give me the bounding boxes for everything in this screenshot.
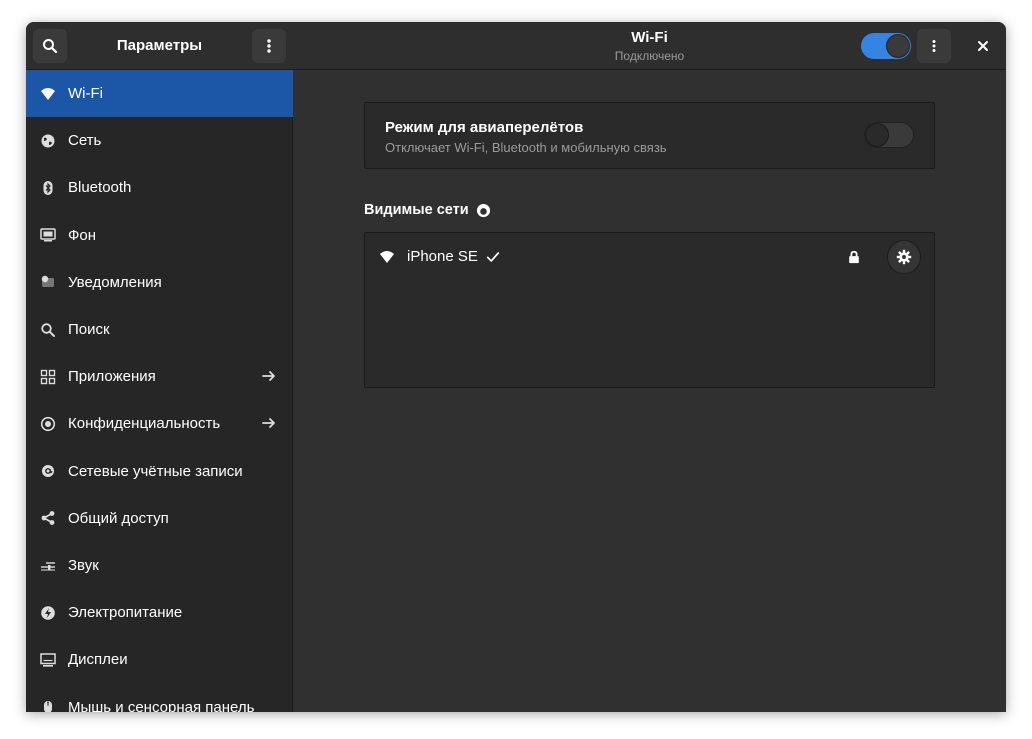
privacy-icon (40, 416, 56, 432)
sidebar-item-label: Поиск (68, 321, 110, 339)
notification-icon (40, 274, 56, 290)
sidebar-item-apps[interactable]: Приложения (26, 353, 293, 400)
sidebar-item-label: Электропитание (68, 604, 183, 622)
sidebar-item-privacy[interactable]: Конфиденциальность (26, 400, 293, 447)
sidebar-item-label: Приложения (68, 368, 156, 386)
at-icon (40, 463, 56, 479)
sidebar-item-background[interactable]: Фон (26, 212, 293, 259)
monitor-icon (40, 227, 56, 243)
wifi-icon (40, 86, 56, 102)
sidebar-item-label: Сетевые учётные записи (68, 462, 243, 480)
airplane-mode-subtitle: Отключает Wi-Fi, Bluetooth и мобильную с… (385, 140, 667, 155)
sidebar-item-mouse[interactable]: Мышь и сенсорная панель (26, 683, 293, 712)
visible-networks-label: Видимые сети (364, 202, 469, 218)
toggle-knob (865, 123, 889, 147)
search-icon (40, 322, 56, 338)
sidebar-item-notifications[interactable]: Уведомления (26, 259, 293, 306)
airplane-mode-toggle[interactable] (864, 122, 914, 148)
sidebar-item-label: Общий доступ (68, 509, 169, 527)
display-icon (40, 652, 56, 668)
apps-grid-icon (40, 369, 56, 385)
power-icon (40, 605, 56, 621)
globe-icon (40, 133, 56, 149)
sidebar-item-search[interactable]: Поиск (26, 306, 293, 353)
sidebar-item-sharing[interactable]: Общий доступ (26, 495, 293, 542)
main-menu-button[interactable] (917, 29, 951, 63)
network-name: iPhone SE (407, 248, 500, 265)
sidebar-item-label: Сеть (68, 132, 102, 150)
sidebar-item-displays[interactable]: Дисплеи (26, 636, 293, 683)
sidebar-item-label: Фон (68, 226, 97, 244)
sidebar-item-power[interactable]: Электропитание (26, 589, 293, 636)
gear-icon (896, 249, 912, 265)
toggle-knob (886, 34, 910, 58)
sound-icon (40, 557, 56, 573)
list-item[interactable]: iPhone SE (365, 233, 934, 281)
sidebar-item-online-accounts[interactable]: Сетевые учётные записи (26, 448, 293, 495)
airplane-mode-row: Режим для авиаперелётов Отключает Wi-Fi,… (364, 102, 935, 169)
arrow-right-icon (262, 371, 275, 382)
close-button[interactable] (966, 29, 1000, 63)
sidebar-item-label: Bluetooth (68, 179, 132, 197)
sidebar-item-label: Звук (68, 556, 99, 574)
wifi-signal-icon (380, 251, 394, 263)
networks-list: iPhone SE (364, 232, 935, 388)
main-header: Wi-Fi Подключено (293, 22, 1006, 70)
lock-icon (849, 250, 859, 264)
checkmark-icon (486, 251, 500, 262)
arrow-right-icon (262, 418, 275, 429)
bluetooth-icon (40, 180, 56, 196)
close-icon (978, 41, 988, 51)
kebab-menu-icon (267, 39, 271, 53)
spinner-icon (476, 203, 490, 217)
sidebar-item-wifi[interactable]: Wi-Fi (26, 70, 293, 118)
kebab-menu-icon (932, 40, 936, 52)
sidebar-nav: Wi-Fi Сеть Bluetooth Фон Уведомления Пои… (26, 70, 293, 712)
wifi-toggle[interactable] (861, 33, 911, 59)
airplane-mode-title: Режим для авиаперелётов (385, 119, 584, 136)
network-name-label: iPhone SE (407, 248, 478, 265)
sidebar-item-label: Конфиденциальность (68, 415, 221, 433)
network-settings-button[interactable] (887, 240, 921, 274)
sidebar-item-label: Уведомления (68, 273, 162, 291)
mouse-icon (40, 699, 56, 712)
sidebar: Параметры Wi-Fi Сеть Bluetooth Фон Уведо… (26, 22, 293, 712)
sidebar-menu-button[interactable] (252, 29, 286, 63)
share-icon (40, 510, 56, 526)
visible-networks-heading: Видимые сети (364, 202, 491, 218)
settings-window: Параметры Wi-Fi Сеть Bluetooth Фон Уведо… (26, 22, 1006, 712)
sidebar-item-label: Мышь и сенсорная панель (68, 698, 255, 712)
sidebar-item-bluetooth[interactable]: Bluetooth (26, 164, 293, 211)
sidebar-item-label: Wi-Fi (68, 85, 103, 103)
sidebar-item-sound[interactable]: Звук (26, 542, 293, 589)
sidebar-item-network[interactable]: Сеть (26, 117, 293, 164)
sidebar-item-label: Дисплеи (68, 651, 128, 669)
sidebar-header: Параметры (26, 22, 293, 70)
